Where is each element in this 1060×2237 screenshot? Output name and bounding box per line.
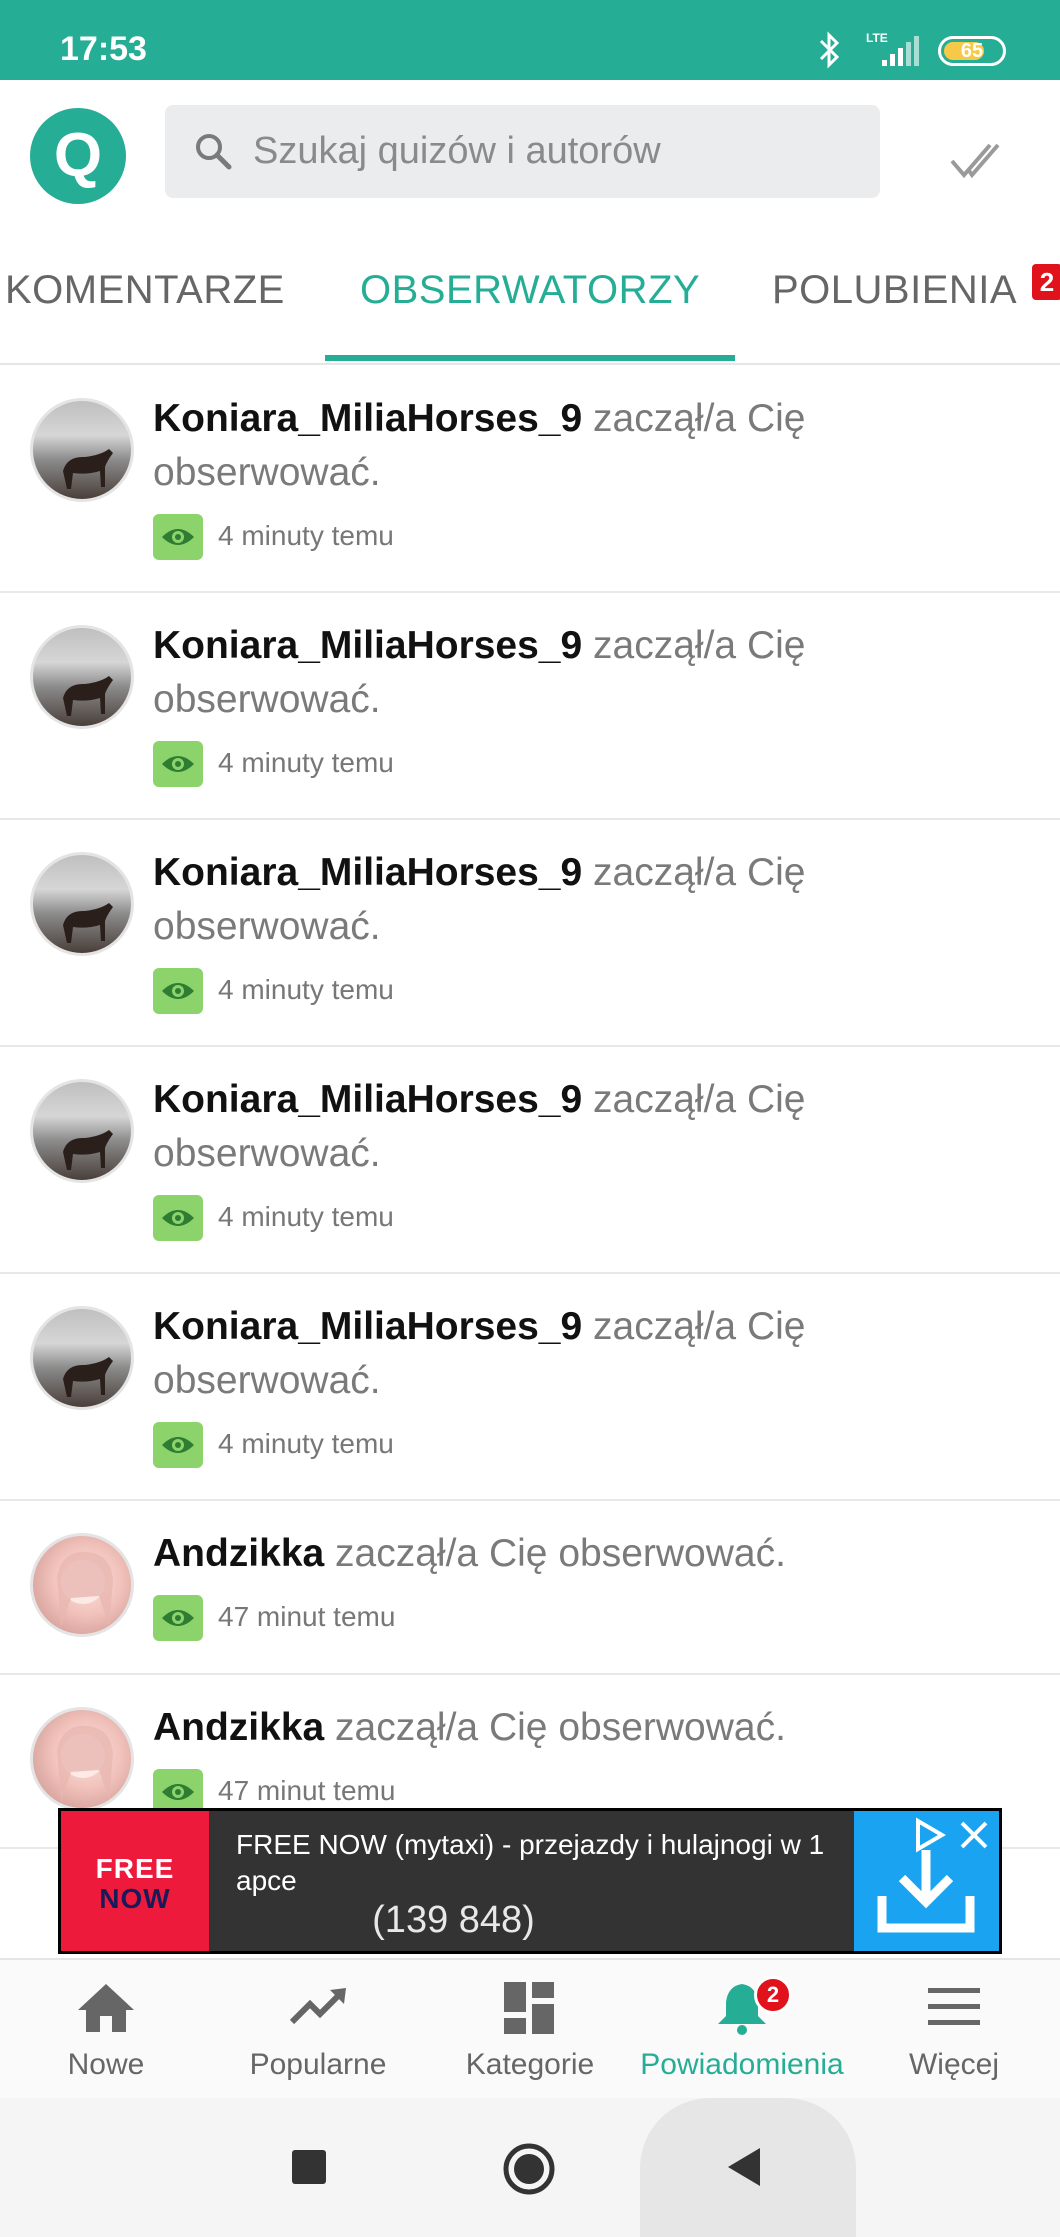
nav-item-kategorie[interactable]: Kategorie — [424, 1960, 636, 2100]
notification-text: Koniara_MiliaHorses_9 zaczął/a Cię obser… — [153, 619, 1023, 727]
search-icon — [196, 134, 232, 170]
trending-icon — [289, 1988, 346, 2025]
ad-title: FREE NOW (mytaxi) - przejazdy i hulajnog… — [236, 1829, 825, 1896]
battery-percent: 65 — [960, 40, 984, 62]
notification-text: Koniara_MiliaHorses_9 zaczął/a Cię obser… — [153, 1073, 1023, 1181]
logo-letter: Q — [53, 121, 103, 190]
username-link[interactable]: Andzikka — [153, 1532, 324, 1575]
ad-install-button[interactable] — [854, 1811, 999, 1951]
recents-icon[interactable] — [290, 2148, 328, 2186]
username-link[interactable]: Andzikka — [153, 1706, 324, 1749]
active-tab-indicator — [325, 355, 735, 361]
tab-polubienia[interactable]: POLUBIENIA — [772, 268, 1017, 313]
tab-obserwatorzy[interactable]: OBSERWATORZY — [360, 268, 700, 313]
avatar[interactable] — [30, 398, 134, 502]
ad-logo-free-text: FREE — [95, 1853, 175, 1884]
notification-text: Andzikka zaczął/a Cię obserwować. — [153, 1527, 1023, 1581]
eye-icon — [153, 1195, 203, 1241]
mark-all-read-icon[interactable] — [950, 135, 1000, 181]
nav-item-nowe[interactable]: Nowe — [0, 1960, 212, 2100]
nav-item-powiadomienia[interactable]: 2 Powiadomienia — [636, 1960, 848, 2100]
notification-time: 4 minuty temu — [218, 974, 394, 1005]
username-link[interactable]: Koniara_MiliaHorses_9 — [153, 397, 582, 440]
avatar[interactable] — [30, 1707, 134, 1811]
notification-time: 47 minut temu — [218, 1601, 396, 1632]
notification-time: 4 minuty temu — [218, 747, 394, 778]
ad-banner[interactable]: FREE NOW FREE NOW (mytaxi) - przejazdy i… — [58, 1808, 1002, 1954]
notification-text: Koniara_MiliaHorses_9 zaczął/a Cię obser… — [153, 392, 1023, 500]
notification-time: 47 minut temu — [218, 1775, 396, 1806]
status-bar: 17:53 LTE 65 — [0, 0, 1060, 80]
eye-icon — [153, 741, 203, 787]
list-item[interactable]: Koniara_MiliaHorses_9 zaczął/a Cię obser… — [0, 593, 1060, 820]
list-item[interactable]: Koniara_MiliaHorses_9 zaczął/a Cię obser… — [0, 1047, 1060, 1274]
notification-tabs: KOMENTARZE OBSERWATORZY POLUBIENIA 2 — [0, 250, 1060, 365]
eye-icon — [153, 1595, 203, 1641]
ad-logo-now-text: NOW — [99, 1883, 171, 1914]
tab-polubienia-badge: 2 — [1032, 264, 1060, 300]
notification-list: Koniara_MiliaHorses_9 zaczął/a Cię obser… — [0, 366, 1060, 1849]
system-navigation-bar — [0, 2098, 1060, 2237]
list-item[interactable]: Koniara_MiliaHorses_9 zaczął/a Cię obser… — [0, 366, 1060, 593]
home-button-icon[interactable] — [502, 2142, 556, 2196]
notification-message: zaczął/a Cię obserwować. — [324, 1706, 786, 1749]
search-bar[interactable] — [165, 105, 880, 198]
notification-message: zaczął/a Cię obserwować. — [324, 1532, 786, 1575]
bottom-navigation: Nowe Popularne Kategorie 2 Powiadomienia — [0, 1958, 1060, 2098]
nav-label: Popularne — [249, 2048, 387, 2081]
list-item[interactable]: Andzikka zaczął/a Cię obserwować. 47 min… — [0, 1501, 1060, 1675]
home-icon — [78, 1984, 134, 2032]
eye-icon — [153, 514, 203, 560]
notification-text: Koniara_MiliaHorses_9 zaczął/a Cię obser… — [153, 846, 1023, 954]
app-header: Q — [0, 80, 1060, 220]
username-link[interactable]: Koniara_MiliaHorses_9 — [153, 1078, 582, 1121]
nav-label: Nowe — [67, 2048, 145, 2081]
notification-time: 4 minuty temu — [218, 520, 394, 551]
eye-icon — [153, 1422, 203, 1468]
bluetooth-icon — [819, 31, 840, 69]
notification-time: 4 minuty temu — [218, 1428, 394, 1459]
app-logo[interactable]: Q — [30, 108, 126, 204]
username-link[interactable]: Koniara_MiliaHorses_9 — [153, 851, 582, 894]
notification-text: Koniara_MiliaHorses_9 zaczął/a Cię obser… — [153, 1300, 1023, 1408]
avatar[interactable] — [30, 625, 134, 729]
ad-app-logo: FREE NOW — [61, 1811, 209, 1951]
nav-item-popularne[interactable]: Popularne — [212, 1960, 424, 2100]
notification-count-badge: 2 — [754, 1976, 792, 2014]
nav-label: Kategorie — [465, 2048, 595, 2081]
avatar[interactable] — [30, 852, 134, 956]
back-icon[interactable] — [724, 2146, 764, 2188]
status-time: 17:53 — [60, 30, 147, 68]
signal-icon — [882, 36, 919, 66]
nav-item-wiecej[interactable]: Więcej — [848, 1960, 1060, 2100]
notification-time: 4 minuty temu — [218, 1201, 394, 1232]
avatar[interactable] — [30, 1079, 134, 1183]
search-input[interactable] — [253, 105, 853, 198]
tab-komentarze[interactable]: KOMENTARZE — [5, 268, 285, 313]
menu-icon — [928, 1988, 980, 2025]
avatar[interactable] — [30, 1306, 134, 1410]
avatar[interactable] — [30, 1533, 134, 1637]
ad-rating-count: (139 848) — [372, 1899, 535, 1941]
categories-icon — [504, 1982, 554, 2034]
nav-label: Więcej — [908, 2048, 999, 2081]
notification-text: Andzikka zaczął/a Cię obserwować. — [153, 1701, 1023, 1755]
list-item[interactable]: Koniara_MiliaHorses_9 zaczął/a Cię obser… — [0, 1274, 1060, 1501]
battery-icon: 65 — [938, 36, 1006, 66]
download-icon — [877, 1850, 975, 1933]
eye-icon — [153, 968, 203, 1014]
username-link[interactable]: Koniara_MiliaHorses_9 — [153, 624, 582, 667]
list-item[interactable]: Koniara_MiliaHorses_9 zaczął/a Cię obser… — [0, 820, 1060, 1047]
username-link[interactable]: Koniara_MiliaHorses_9 — [153, 1305, 582, 1348]
nav-label: Powiadomienia — [640, 2048, 844, 2081]
